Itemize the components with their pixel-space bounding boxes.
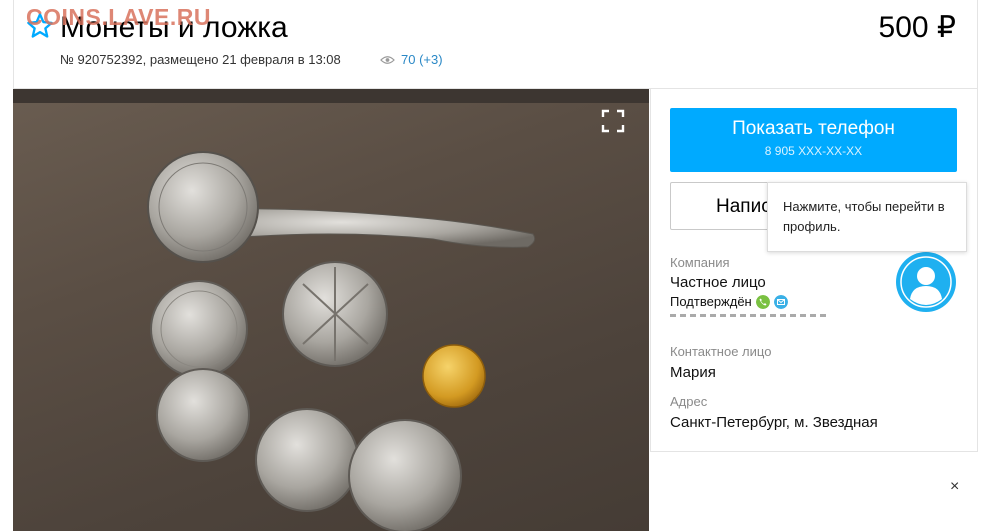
show-phone-button[interactable]: Показать телефон 8 905 XXX-XX-XX bbox=[670, 108, 957, 172]
close-icon[interactable]: × bbox=[950, 478, 959, 496]
show-phone-label: Показать телефон bbox=[732, 118, 895, 139]
contact-value: Мария bbox=[670, 364, 716, 381]
email-verified-icon bbox=[773, 294, 788, 309]
ad-meta: № 920752392, размещено 21 февраля в 13:0… bbox=[60, 52, 341, 67]
ad-photo[interactable] bbox=[13, 89, 649, 531]
address-label: Адрес bbox=[670, 394, 708, 409]
address-value: Санкт-Петербург, м. Звездная bbox=[670, 414, 878, 431]
watermark: COINS.LAVE.RU bbox=[26, 4, 211, 30]
company-value: Частное лицо bbox=[670, 274, 766, 291]
coins-and-spoon-image bbox=[147, 151, 536, 531]
profile-tooltip: Нажмите, чтобы перейти в профиль. bbox=[767, 182, 967, 252]
phone-verified-icon bbox=[755, 294, 770, 309]
seller-sidebar: Показать телефон 8 905 XXX-XX-XX Написат… bbox=[650, 89, 978, 452]
fullscreen-icon[interactable] bbox=[601, 109, 625, 133]
views-count: 70 (+3) bbox=[380, 52, 443, 67]
verified-status: Подтверждён bbox=[670, 294, 788, 309]
eye-icon bbox=[380, 55, 395, 64]
ad-price: 500 ₽ bbox=[878, 11, 956, 44]
verified-text: Подтверждён bbox=[670, 294, 752, 309]
views-text: 70 (+3) bbox=[401, 52, 443, 67]
phone-number-masked: 8 905 XXX-XX-XX bbox=[764, 144, 863, 158]
company-label: Компания bbox=[670, 255, 730, 270]
contact-label: Контактное лицо bbox=[670, 344, 772, 359]
truncated-line bbox=[670, 313, 830, 317]
avatar-icon[interactable] bbox=[896, 252, 956, 312]
